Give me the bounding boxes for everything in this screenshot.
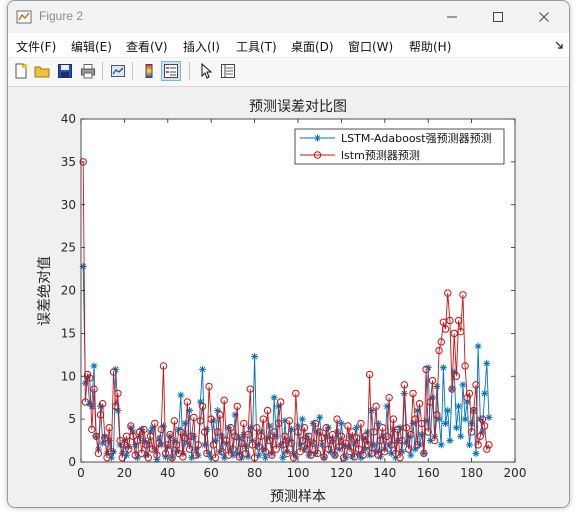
- figure-toolbar: [8, 58, 569, 87]
- y-axis-label: 误差绝对值: [37, 256, 53, 326]
- menu-insert[interactable]: 插入(I): [183, 38, 220, 55]
- y-tick-label: 20: [61, 284, 76, 298]
- y-tick-label: 35: [61, 155, 76, 169]
- open-file-button[interactable]: [32, 61, 52, 81]
- x-tick-label: 20: [117, 466, 132, 480]
- x-tick-label: 0: [77, 466, 85, 480]
- menu-desktop[interactable]: 桌面(D): [291, 38, 334, 55]
- figure-canvas: 0 20 40 60 80 100 120 140 160 180 200 0 5 10 15 20 25 30 3…: [8, 87, 569, 507]
- colorbar-button[interactable]: [139, 61, 159, 81]
- x-tick-label: 120: [330, 466, 353, 480]
- minimize-icon: [447, 16, 457, 18]
- legend-label-lstm-adaboost: LSTM-Adaboost强预测器预测: [341, 132, 492, 145]
- y-tick-label: 15: [61, 326, 76, 340]
- open-file-icon: [34, 66, 50, 78]
- toolbar-separator: [132, 62, 133, 80]
- matlab-figure-icon: [16, 10, 32, 24]
- legend-button[interactable]: [161, 61, 181, 81]
- y-tick-label: 40: [61, 112, 76, 126]
- menu-bar: 文件(F) 编辑(E) 查看(V) 插入(I) 工具(T) 桌面(D) 窗口(W…: [8, 33, 569, 57]
- x-tick-label: 100: [287, 466, 310, 480]
- window-title: Figure 2: [39, 9, 84, 23]
- property-inspector-icon: [221, 64, 235, 78]
- y-tick-label: 25: [61, 241, 76, 255]
- property-inspector-button[interactable]: [218, 61, 238, 81]
- maximize-button[interactable]: [475, 1, 521, 33]
- colorbar-icon: [145, 64, 153, 78]
- legend[interactable]: LSTM-Adaboost强预测器预测 lstm预测器预测: [294, 128, 505, 165]
- legend-label-lstm: lstm预测器预测: [341, 149, 420, 162]
- menu-view[interactable]: 查看(V): [126, 38, 168, 55]
- new-figure-icon: [15, 63, 28, 79]
- y-tick-label: 30: [61, 198, 76, 212]
- x-axis-label: 预测样本: [270, 489, 326, 505]
- y-tick-label: 0: [68, 455, 76, 469]
- legend-marker-asterisk: [314, 134, 321, 142]
- toolbar-separator: [102, 62, 103, 80]
- x-tick-label: 40: [160, 466, 175, 480]
- menu-help[interactable]: 帮助(H): [409, 38, 451, 55]
- x-tick-label: 200: [504, 466, 527, 480]
- menu-window[interactable]: 窗口(W): [348, 38, 393, 55]
- menu-file[interactable]: 文件(F): [16, 38, 56, 55]
- legend-icon: [164, 64, 178, 78]
- maximize-icon: [493, 12, 503, 22]
- legend-asterisk: [314, 134, 321, 142]
- save-icon: [58, 64, 72, 78]
- pointer-icon: [201, 63, 213, 79]
- dock-arrow-icon[interactable]: [554, 40, 564, 50]
- print-button[interactable]: [78, 61, 98, 81]
- link-plot-icon: [111, 65, 125, 77]
- minimize-button[interactable]: [429, 1, 475, 33]
- edit-plot-button[interactable]: [196, 61, 216, 81]
- chart-svg[interactable]: 0 20 40 60 80 100 120 140 160 180 200 0 5 10 15 20 25 30 3…: [8, 87, 569, 507]
- x-tick-label: 80: [247, 466, 262, 480]
- close-button[interactable]: [521, 1, 567, 33]
- x-tick-label: 140: [373, 466, 396, 480]
- new-figure-button[interactable]: [11, 61, 31, 81]
- chart-title: 预测误差对比图: [249, 99, 347, 115]
- y-tick-label: 10: [61, 369, 76, 383]
- x-tick-label: 60: [204, 466, 219, 480]
- x-tick-label: 180: [460, 466, 483, 480]
- print-icon: [81, 64, 95, 79]
- menu-edit[interactable]: 编辑(E): [71, 38, 112, 55]
- figure-window: Figure 2 文件(F) 编辑(E) 查看(V) 插入(I) 工具(T) 桌…: [7, 0, 570, 508]
- title-bar[interactable]: Figure 2: [8, 1, 569, 33]
- x-tick-label: 160: [417, 466, 440, 480]
- link-plot-button[interactable]: [108, 61, 128, 81]
- close-icon: [539, 12, 549, 22]
- y-tick-label: 5: [68, 412, 76, 426]
- toolbar-separator: [189, 62, 190, 80]
- menu-tools[interactable]: 工具(T): [236, 38, 277, 55]
- save-button[interactable]: [55, 61, 75, 81]
